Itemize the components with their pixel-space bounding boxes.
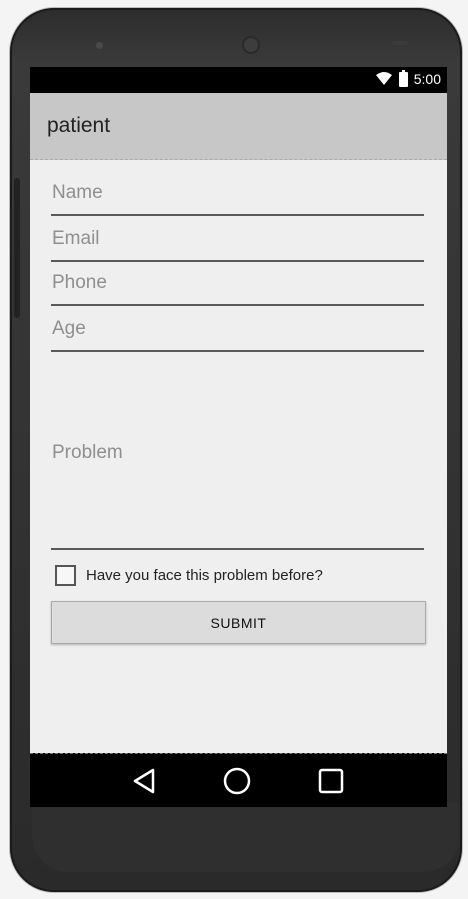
status-time: 5:00 bbox=[413, 71, 441, 87]
wifi-icon bbox=[375, 72, 392, 85]
email-field[interactable]: Email bbox=[51, 226, 424, 262]
phone-chin bbox=[32, 802, 460, 872]
earpiece-icon bbox=[242, 36, 260, 54]
problem-before-checkbox[interactable] bbox=[55, 565, 76, 586]
email-hint: Email bbox=[52, 228, 100, 249]
age-hint: Age bbox=[52, 318, 86, 339]
battery-icon bbox=[398, 69, 408, 87]
navigation-bar bbox=[30, 753, 447, 807]
problem-hint: Problem bbox=[52, 442, 123, 463]
name-field[interactable]: Name bbox=[51, 180, 424, 216]
front-camera-icon bbox=[96, 42, 103, 49]
phone-field[interactable]: Phone bbox=[51, 270, 424, 306]
name-hint: Name bbox=[52, 182, 103, 203]
problem-before-checkbox-row[interactable]: Have you face this problem before? bbox=[55, 565, 323, 586]
proximity-sensor-icon bbox=[392, 41, 408, 45]
status-bar: 5:00 bbox=[30, 67, 447, 93]
recent-apps-square-icon[interactable] bbox=[316, 766, 346, 796]
phone-hint: Phone bbox=[52, 272, 107, 293]
home-circle-icon[interactable] bbox=[222, 766, 252, 796]
device-screen: 5:00 patient Name Email Phone Age Proble… bbox=[30, 67, 447, 807]
submit-button[interactable]: SUBMIT bbox=[51, 601, 426, 644]
problem-field[interactable]: Problem bbox=[51, 360, 424, 550]
age-field[interactable]: Age bbox=[51, 316, 424, 352]
patient-form: Name Email Phone Age Problem Have you fa… bbox=[30, 160, 447, 752]
app-bar: patient bbox=[30, 93, 447, 160]
app-title: patient bbox=[47, 114, 111, 137]
phone-side-button bbox=[14, 178, 20, 318]
checkbox-label: Have you face this problem before? bbox=[86, 567, 323, 584]
back-triangle-icon[interactable] bbox=[130, 766, 160, 796]
